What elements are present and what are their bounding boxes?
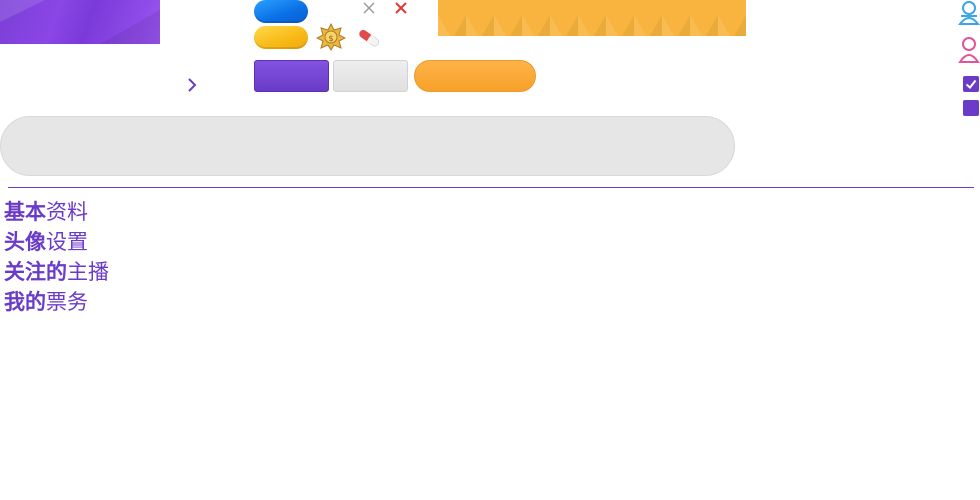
gray-button[interactable] <box>333 60 408 92</box>
purple-banner <box>0 0 160 44</box>
divider <box>8 187 974 188</box>
menu-item-avatar-settings[interactable]: 头像设置 <box>4 227 109 257</box>
yellow-pill-button[interactable] <box>254 26 308 49</box>
user-icon[interactable] <box>958 36 980 64</box>
close-icon[interactable] <box>361 0 377 16</box>
search-input[interactable] <box>0 116 735 176</box>
menu-item-followed-hosts[interactable]: 关注的主播 <box>4 257 109 287</box>
checkbox-checked-icon <box>965 79 977 89</box>
purple-button[interactable] <box>254 60 329 92</box>
checkbox[interactable] <box>963 100 979 116</box>
capsule-icon <box>359 29 380 47</box>
menu-item-my-tickets[interactable]: 我的票务 <box>4 287 109 317</box>
svg-text:$: $ <box>328 34 333 43</box>
gear-coin-icon: $ <box>316 23 346 51</box>
orange-button[interactable] <box>414 60 536 92</box>
profile-menu: 基本资料 头像设置 关注的主播 我的票务 <box>4 197 109 317</box>
user-icon[interactable] <box>958 0 980 26</box>
checkbox-checked[interactable] <box>963 76 979 92</box>
blue-pill-button[interactable] <box>254 0 308 23</box>
orange-banner <box>438 0 746 36</box>
close-icon[interactable] <box>393 0 409 16</box>
chevron-right-icon[interactable] <box>186 76 198 94</box>
menu-item-basic-info[interactable]: 基本资料 <box>4 197 109 227</box>
